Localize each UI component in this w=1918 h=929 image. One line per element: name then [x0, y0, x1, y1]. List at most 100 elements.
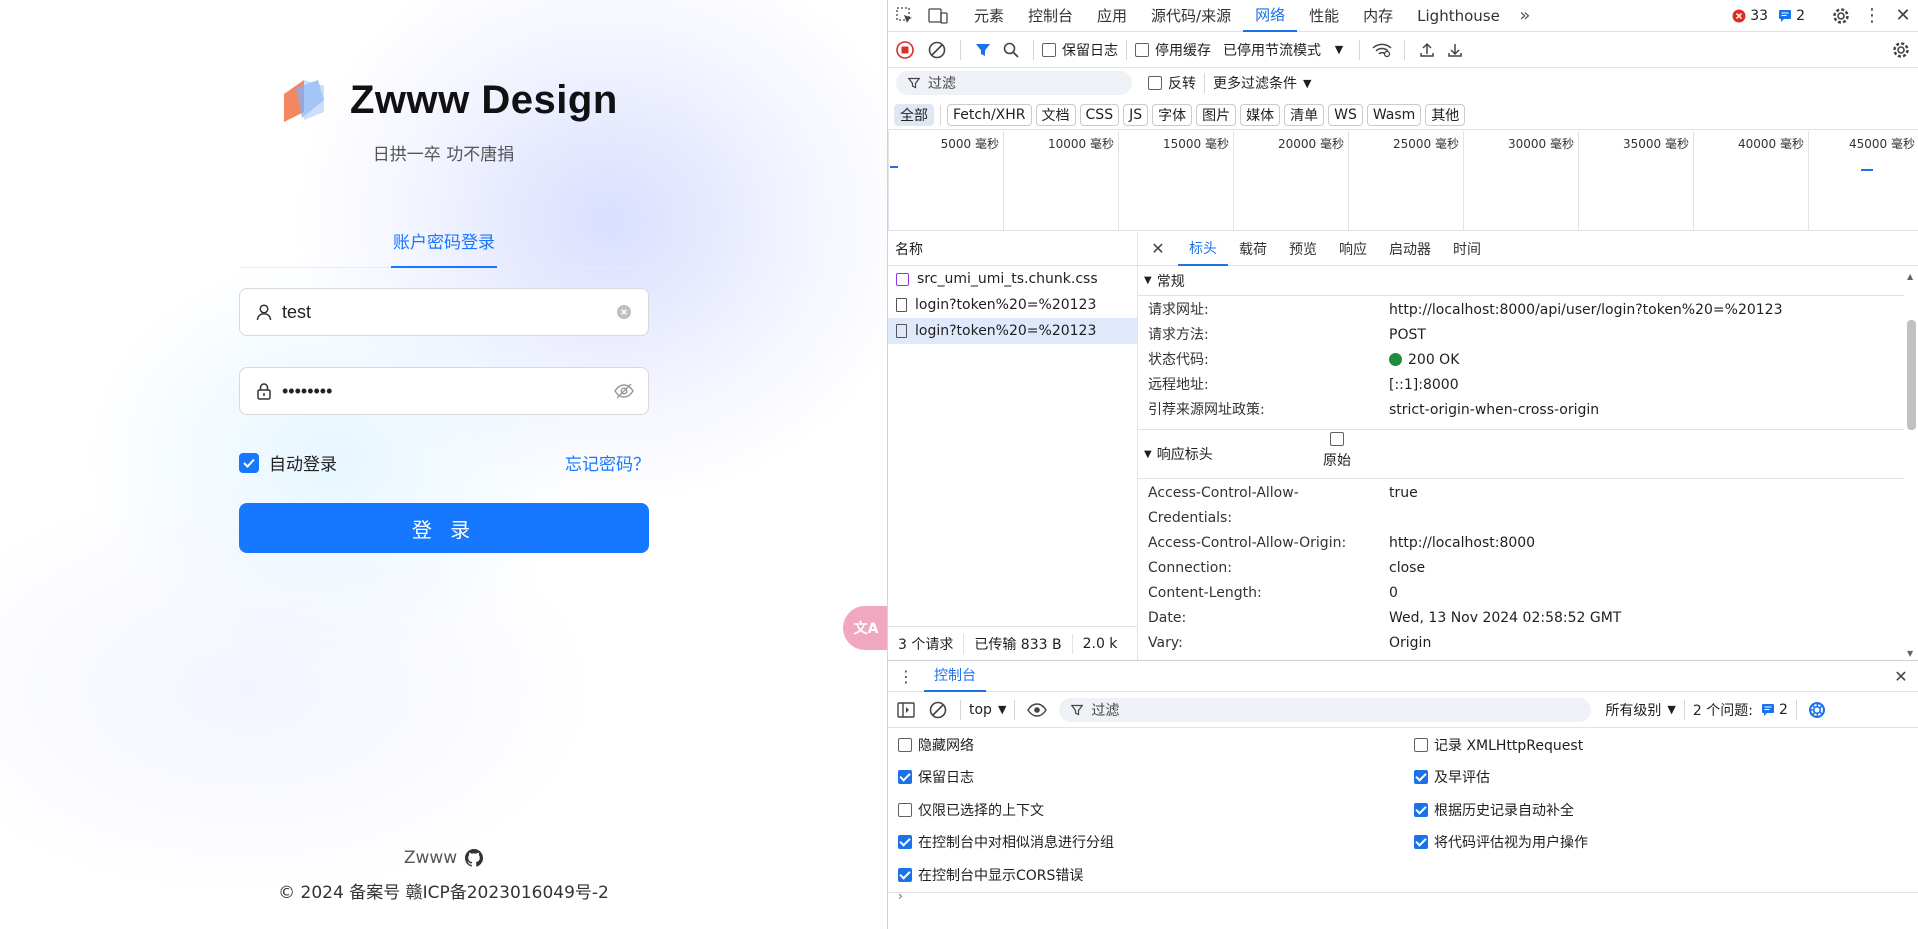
record-stop-icon[interactable] [888, 40, 922, 59]
setting-show-cors-errors[interactable]: 在控制台中显示CORS错误 [898, 864, 1083, 886]
network-settings-icon[interactable] [1883, 41, 1918, 59]
network-timeline-overview[interactable]: 5000 毫秒 10000 毫秒 15000 毫秒 20000 毫秒 25000… [888, 131, 1918, 231]
error-icon[interactable] [1732, 9, 1746, 23]
request-url-value[interactable]: http://localhost:8000/api/user/login?tok… [1389, 298, 1904, 323]
tab-timing[interactable]: 时间 [1442, 232, 1492, 266]
forgot-password-link[interactable]: 忘记密码？ [565, 450, 650, 475]
disable-cache-checkbox[interactable] [1135, 42, 1149, 57]
setting-treat-user-activation[interactable]: 将代码评估视为用户操作 [1414, 831, 1588, 853]
checkbox-checked[interactable] [898, 868, 912, 882]
more-filters-dropdown[interactable]: 更多过滤条件 [1213, 73, 1297, 93]
message-icon[interactable] [1778, 9, 1792, 22]
inspect-element-icon[interactable] [888, 0, 922, 32]
setting-hide-network[interactable]: 隐藏网络 [898, 734, 974, 756]
chevron-down-icon[interactable]: ▼ [1667, 703, 1675, 716]
chevron-down-icon[interactable]: ▼ [1327, 43, 1351, 56]
tab-headers[interactable]: 标头 [1178, 232, 1228, 266]
console-settings-icon[interactable] [1805, 701, 1829, 719]
issues-count[interactable]: 2 [1779, 702, 1788, 718]
device-toolbar-icon[interactable] [922, 0, 954, 32]
type-other[interactable]: 其他 [1425, 103, 1466, 126]
error-count[interactable]: 33 [1750, 8, 1768, 24]
close-devtools-icon[interactable]: ✕ [1887, 5, 1918, 26]
checkbox[interactable] [898, 738, 912, 752]
close-drawer-icon[interactable]: ✕ [1883, 667, 1918, 686]
tab-preview[interactable]: 预览 [1278, 232, 1328, 266]
message-icon[interactable] [1761, 703, 1775, 716]
request-list-header[interactable]: 名称 [888, 232, 1138, 266]
setting-eager-evaluation[interactable]: 及早评估 [1414, 766, 1490, 788]
checkbox-checked[interactable] [1414, 835, 1428, 849]
clear-log-icon[interactable] [922, 41, 952, 59]
headers-scrollbar[interactable]: ▲ ▼ [1904, 270, 1918, 660]
github-icon[interactable] [465, 849, 484, 867]
tab-payload[interactable]: 载荷 [1228, 232, 1278, 266]
throttling-select[interactable]: 已停用节流模式 [1223, 40, 1321, 60]
tab-account-password[interactable]: 账户密码登录 [391, 228, 497, 268]
type-img[interactable]: 图片 [1196, 103, 1237, 126]
clear-console-icon[interactable] [924, 701, 952, 719]
drawer-tab-console[interactable]: 控制台 [924, 660, 986, 692]
more-tabs-icon[interactable]: » [1512, 0, 1538, 32]
chevron-down-icon[interactable]: ▼ [1303, 77, 1311, 90]
tab-response[interactable]: 响应 [1328, 232, 1378, 266]
sidebar-toggle-icon[interactable] [888, 701, 924, 718]
login-button[interactable]: 登 录 [239, 503, 649, 553]
setting-autocomplete-history[interactable]: 根据历史记录自动补全 [1414, 799, 1574, 821]
drawer-menu-icon[interactable]: ⋮ [888, 667, 924, 686]
network-conditions-icon[interactable] [1368, 42, 1396, 58]
request-row[interactable]: login?token%20=%20123 [888, 292, 1137, 318]
request-row-selected[interactable]: login?token%20=%20123 [888, 318, 1137, 344]
raw-toggle[interactable]: 原始 [1323, 432, 1351, 470]
password-value[interactable]: •••••••• [282, 381, 614, 402]
tab-network[interactable]: 网络 [1243, 0, 1298, 32]
live-expression-eye-icon[interactable] [1023, 702, 1051, 717]
log-levels-select[interactable]: 所有级别 [1605, 700, 1661, 720]
request-row[interactable]: src_umi_umi_ts.chunk.css [888, 266, 1137, 292]
checkbox-checked[interactable] [1414, 803, 1428, 817]
checkbox-checked-icon[interactable] [239, 452, 259, 473]
setting-group-similar[interactable]: 在控制台中对相似消息进行分组 [898, 831, 1114, 853]
type-doc[interactable]: 文档 [1035, 103, 1076, 126]
checkbox-checked[interactable] [1414, 770, 1428, 784]
setting-preserve-log[interactable]: 保留日志 [898, 766, 974, 788]
scrollbar-thumb[interactable] [1907, 320, 1916, 430]
import-har-icon[interactable] [1413, 42, 1441, 58]
export-har-icon[interactable] [1441, 42, 1469, 58]
checkbox[interactable] [1414, 738, 1428, 752]
checkbox-checked[interactable] [898, 835, 912, 849]
console-prompt[interactable]: › [888, 889, 1918, 929]
type-js[interactable]: JS [1123, 103, 1149, 126]
search-icon[interactable] [997, 42, 1025, 58]
tab-memory[interactable]: 内存 [1351, 0, 1405, 32]
issues-label[interactable]: 2 个问题: [1693, 700, 1753, 720]
tab-elements[interactable]: 元素 [962, 0, 1016, 32]
username-value[interactable]: test [282, 302, 614, 323]
tab-performance[interactable]: 性能 [1297, 0, 1351, 32]
response-headers-section-header[interactable]: ▼ 响应标头 原始 [1138, 429, 1904, 479]
type-manifest[interactable]: 清单 [1284, 103, 1325, 126]
type-all[interactable]: 全部 [894, 103, 934, 126]
checkbox[interactable] [898, 803, 912, 817]
translate-button[interactable]: 文A [843, 606, 887, 650]
checkbox-checked[interactable] [898, 770, 912, 784]
auto-login-checkbox[interactable]: 自动登录 [239, 450, 337, 475]
close-detail-icon[interactable]: ✕ [1138, 239, 1178, 258]
tab-application[interactable]: 应用 [1085, 0, 1139, 32]
tab-console[interactable]: 控制台 [1016, 0, 1085, 32]
console-filter-input[interactable]: 过滤 [1059, 697, 1592, 722]
tab-lighthouse[interactable]: Lighthouse [1405, 0, 1512, 32]
network-filter-input[interactable]: 过滤 [896, 71, 1132, 95]
tab-initiator[interactable]: 启动器 [1378, 232, 1442, 266]
context-select[interactable]: top [969, 702, 992, 718]
type-wasm[interactable]: Wasm [1366, 103, 1422, 126]
chevron-down-icon[interactable]: ▼ [998, 703, 1006, 716]
type-font[interactable]: 字体 [1152, 103, 1193, 126]
type-media[interactable]: 媒体 [1240, 103, 1281, 126]
more-options-icon[interactable]: ⋮ [1857, 5, 1887, 26]
type-fetch-xhr[interactable]: Fetch/XHR [947, 103, 1032, 126]
invert-checkbox[interactable] [1148, 76, 1162, 90]
preserve-log-checkbox[interactable] [1042, 42, 1056, 57]
type-ws[interactable]: WS [1328, 103, 1363, 126]
message-count[interactable]: 2 [1796, 8, 1805, 24]
